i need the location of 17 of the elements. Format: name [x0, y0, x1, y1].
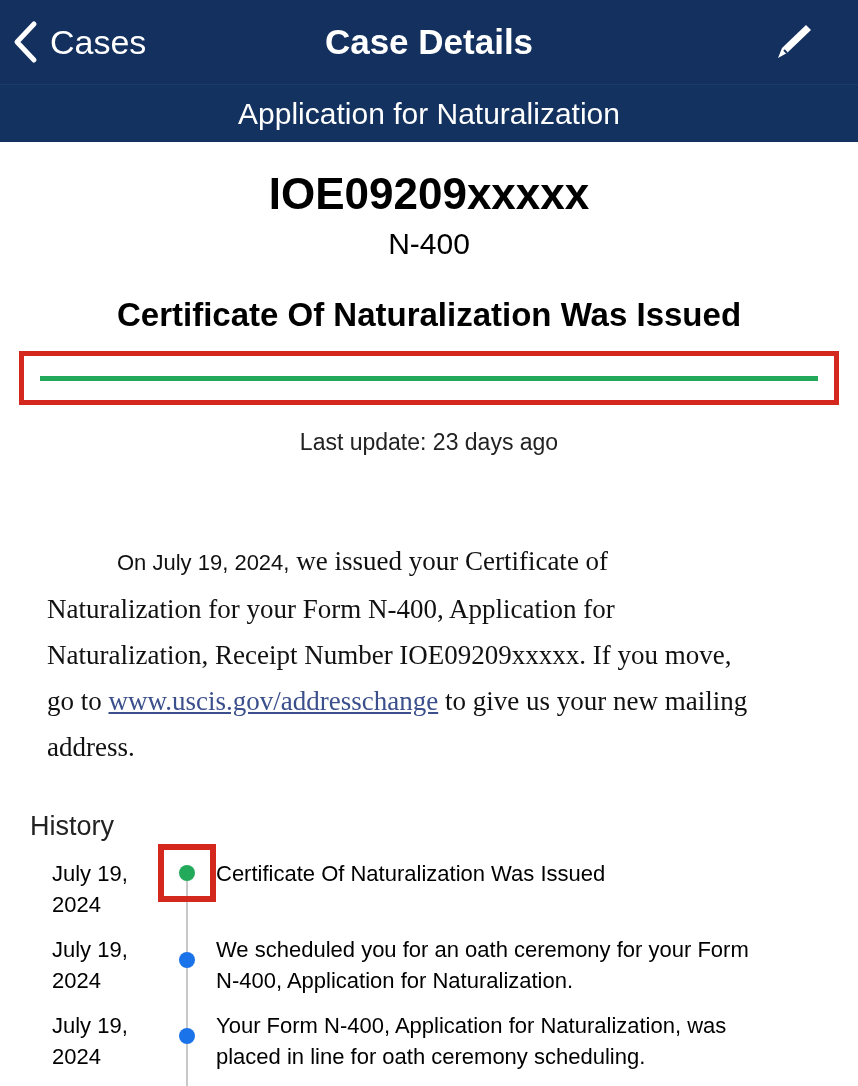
history-event: Your Form N-400, Application for Naturalization, was placed in line for oath ceremony scheduling. [216, 1012, 728, 1071]
history-heading: History [29, 809, 115, 843]
history-date: July 19, 2024 [52, 936, 129, 995]
case-status: Certificate Of Naturalization Was Issued [116, 294, 742, 335]
receipt-number: IOE09209xxxxx [268, 167, 590, 220]
history-event: We scheduled you for an oath ceremony for your Form N-400, Application for Naturalization. [216, 936, 750, 995]
last-update: Last update: 23 days ago [299, 428, 559, 457]
history-event: Certificate Of Naturalization Was Issued [216, 860, 607, 888]
back-button[interactable]: Cases [12, 16, 147, 68]
address-change-link[interactable]: www.uscis.gov/addresschange [108, 685, 439, 716]
form-name: Application for Naturalization [238, 95, 620, 132]
screen-title: Case Details [324, 20, 534, 63]
case-description: On July 19, 2024, we issued your Certificate of Naturalization for your Form N-400, Application for Naturalization, Receipt Number IOE09209xxxxx. If you move, go to www.uscis.gov/addresschange to give us your new mailing address. [46, 544, 749, 764]
back-chevron-icon [12, 20, 38, 64]
history-date: July 19, 2024 [52, 1012, 129, 1071]
history-date: July 19, 2024 [52, 860, 129, 919]
form-number: N-400 [388, 225, 470, 262]
